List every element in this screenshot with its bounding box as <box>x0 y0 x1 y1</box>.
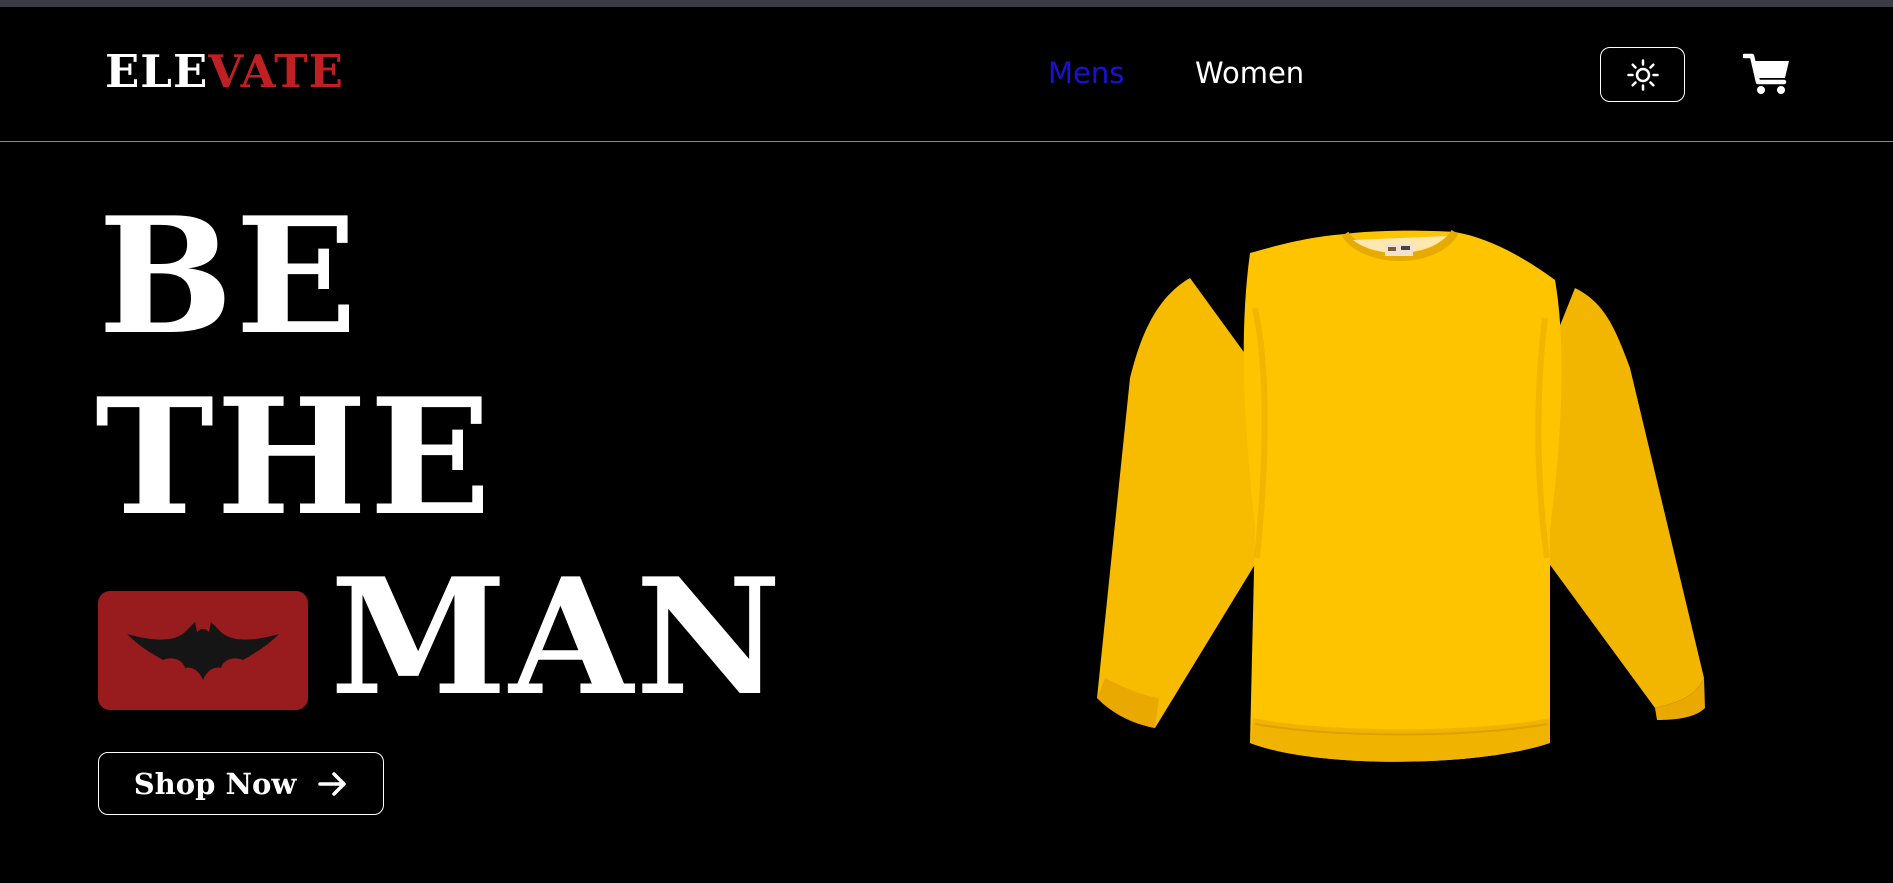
brand-logo[interactable]: ELEVATE <box>105 49 344 94</box>
theme-toggle-button[interactable] <box>1600 47 1685 102</box>
bat-logo-icon <box>127 621 279 680</box>
nav-link-women[interactable]: Women <box>1195 59 1304 88</box>
cart-icon <box>1743 53 1789 94</box>
hero-line-be: BE <box>98 182 360 370</box>
cart-button[interactable] <box>1742 49 1792 99</box>
bat-logo-badge <box>98 591 308 710</box>
navbar: ELEVATE Mens Women <box>0 7 1893 142</box>
window-top-strip <box>0 0 1893 7</box>
sun-icon <box>1626 58 1659 91</box>
arrow-right-icon <box>318 771 347 796</box>
product-image-yellow-sweatshirt[interactable] <box>1095 228 1710 773</box>
brand-logo-part2: VATE <box>208 45 344 98</box>
hero-line-the: THE <box>95 363 494 551</box>
shop-now-label: Shop Now <box>133 766 297 801</box>
hero-line-man: MAN <box>330 543 784 731</box>
shop-now-button[interactable]: Shop Now <box>98 752 384 815</box>
brand-logo-part1: ELE <box>105 45 209 98</box>
nav-link-mens[interactable]: Mens <box>1048 59 1124 88</box>
